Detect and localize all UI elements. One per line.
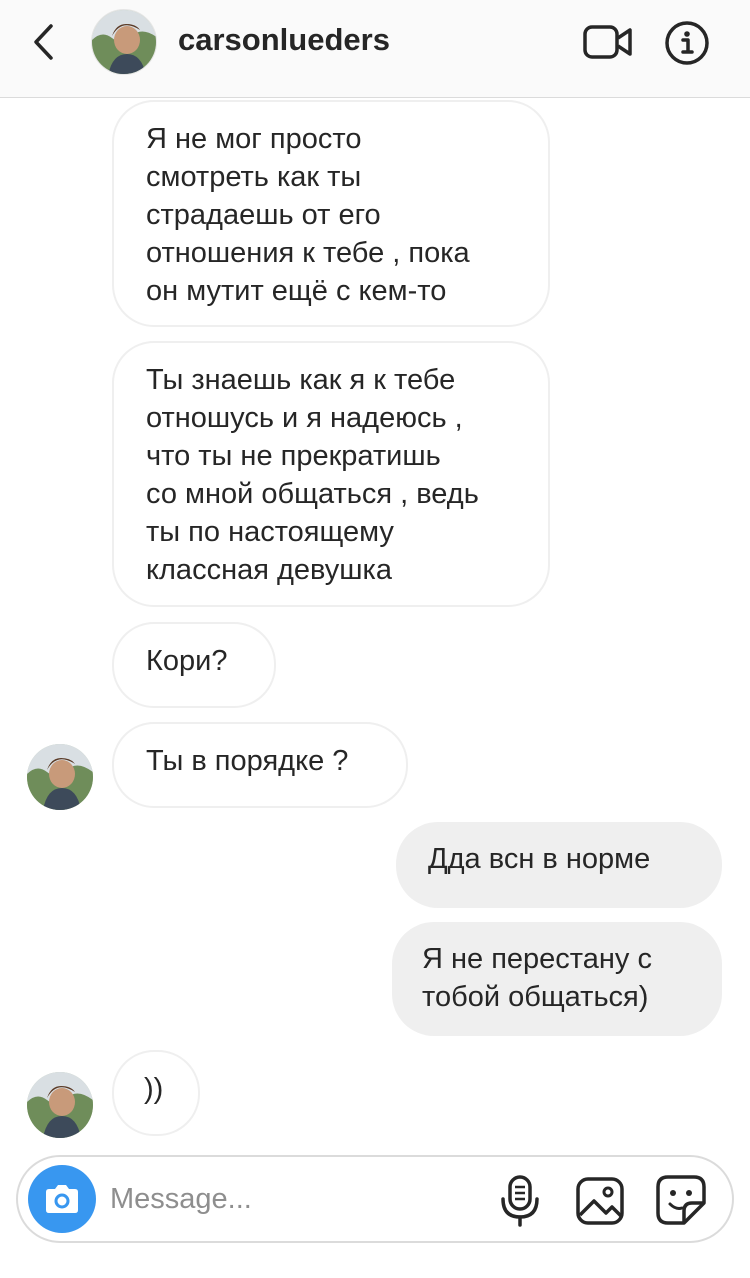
message-bubble-outgoing[interactable]: Дда всн в норме [396,822,722,908]
gallery-icon [576,1177,624,1225]
camera-button[interactable] [28,1165,96,1233]
gallery-button[interactable] [574,1175,626,1227]
info-icon [665,21,709,65]
message-bubble-incoming[interactable]: Я не мог просто смотреть как ты страдаеш… [112,100,550,327]
microphone-icon [501,1175,539,1227]
sender-avatar[interactable] [27,1072,93,1138]
back-button[interactable] [22,20,66,64]
message-bubble-incoming[interactable]: Ты знаешь как я к тебе отношусь и я наде… [112,341,550,607]
profile-photo [27,744,93,810]
chat-screen: carsonlueders Я не мог просто смотреть к… [0,0,750,1278]
chat-username[interactable]: carsonlueders [178,22,390,58]
message-text: )) [144,1073,164,1105]
message-text: Дда всн в норме [428,843,651,875]
message-text: Кори? [146,645,228,677]
message-bubble-outgoing[interactable]: Я не перестану с тобой общаться) [392,922,722,1036]
message-text: Ты знаешь как я к тебе отношусь и я наде… [146,364,479,586]
header-avatar[interactable] [91,9,157,75]
microphone-button[interactable] [498,1175,542,1227]
message-input[interactable] [110,1175,470,1223]
message-bubble-incoming[interactable]: Ты в порядке ? [112,722,408,808]
sender-avatar[interactable] [27,744,93,810]
chevron-left-icon [34,24,53,60]
profile-photo [92,10,156,74]
chat-header: carsonlueders [0,0,750,98]
sticker-icon [656,1175,706,1225]
video-camera-icon [583,25,632,59]
camera-icon [46,1185,78,1213]
message-text: Я не мог просто смотреть как ты страдаеш… [146,123,470,307]
info-button[interactable] [664,20,710,66]
message-text: Ты в порядке ? [146,745,349,777]
profile-photo [27,1072,93,1138]
sticker-button[interactable] [654,1173,708,1227]
message-bubble-incoming[interactable]: )) [112,1050,200,1136]
video-call-button[interactable] [582,22,634,62]
message-bubble-incoming[interactable]: Кори? [112,622,276,708]
message-composer [16,1155,734,1243]
message-text: Я не перестану с тобой общаться) [422,943,652,1013]
